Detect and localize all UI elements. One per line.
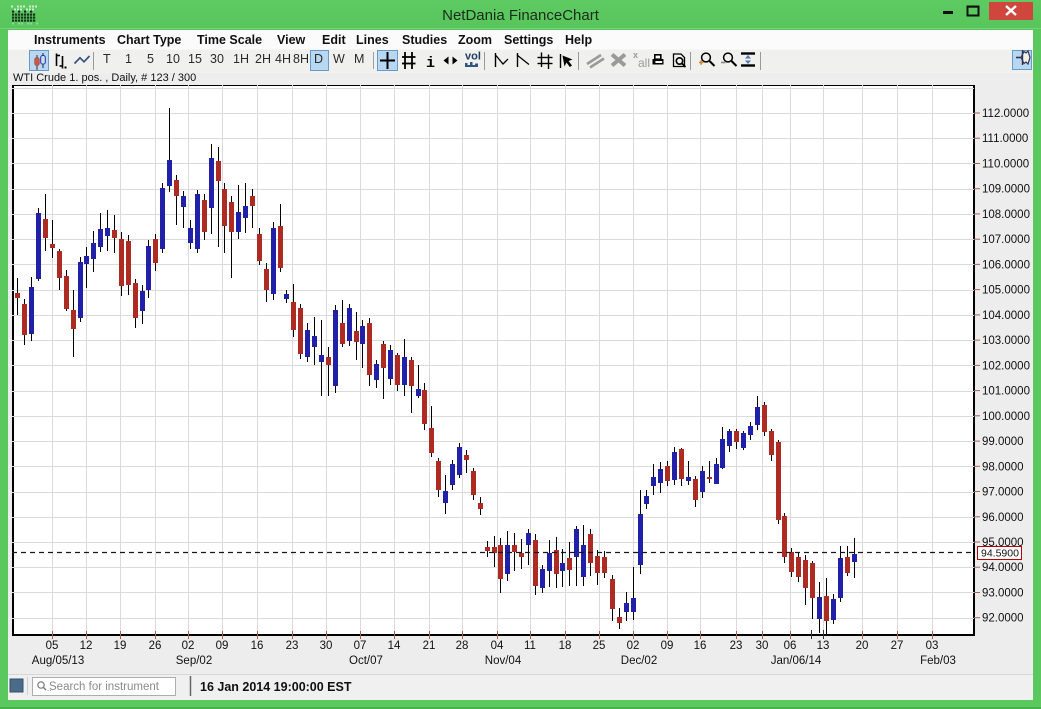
svg-text:96.0000: 96.0000: [982, 512, 1024, 524]
svg-text:100.0000: 100.0000: [982, 411, 1030, 423]
svg-text:110.0000: 110.0000: [982, 159, 1029, 171]
svg-text:104.0000: 104.0000: [982, 310, 1030, 322]
svg-text:Search for instrument: Search for instrument: [49, 681, 160, 693]
svg-text:105.0000: 105.0000: [982, 285, 1030, 297]
svg-text:103.0000: 103.0000: [982, 335, 1030, 347]
svg-text:98.0000: 98.0000: [982, 461, 1024, 473]
svg-text:14: 14: [388, 640, 401, 652]
svg-text:16: 16: [694, 640, 707, 652]
svg-text:Dec/02: Dec/02: [621, 655, 657, 667]
svg-text:21: 21: [423, 640, 436, 652]
svg-text:111.0000: 111.0000: [982, 133, 1028, 145]
svg-text:112.0000: 112.0000: [982, 108, 1029, 120]
svg-text:16 Jan 2014 19:00:00 EST: 16 Jan 2014 19:00:00 EST: [200, 680, 352, 694]
svg-text:94.5900: 94.5900: [981, 548, 1019, 560]
svg-text:92.0000: 92.0000: [982, 613, 1024, 625]
svg-text:23: 23: [730, 640, 743, 652]
svg-text:12: 12: [80, 640, 93, 652]
svg-text:06: 06: [784, 640, 797, 652]
svg-text:02: 02: [182, 640, 195, 652]
svg-text:107.0000: 107.0000: [982, 234, 1030, 246]
svg-text:Oct/07: Oct/07: [349, 655, 383, 667]
svg-text:09: 09: [661, 640, 674, 652]
svg-text:16: 16: [251, 640, 264, 652]
svg-text:05: 05: [46, 640, 59, 652]
svg-text:28: 28: [456, 640, 469, 652]
svg-text:30: 30: [756, 640, 769, 652]
svg-text:109.0000: 109.0000: [982, 184, 1030, 196]
svg-text:Jan/06/14: Jan/06/14: [771, 655, 822, 667]
svg-text:07: 07: [354, 640, 367, 652]
svg-text:Sep/02: Sep/02: [176, 655, 212, 667]
svg-text:97.0000: 97.0000: [982, 487, 1024, 499]
svg-text:04: 04: [491, 640, 504, 652]
svg-text:Nov/04: Nov/04: [485, 655, 522, 667]
svg-text:93.0000: 93.0000: [982, 588, 1024, 600]
svg-text:Aug/05/13: Aug/05/13: [32, 655, 84, 667]
svg-text:Feb/03: Feb/03: [920, 655, 956, 667]
svg-text:23: 23: [286, 640, 299, 652]
svg-text:102.0000: 102.0000: [982, 360, 1030, 372]
svg-text:99.0000: 99.0000: [982, 436, 1024, 448]
svg-text:09: 09: [216, 640, 229, 652]
svg-text:25: 25: [593, 640, 606, 652]
svg-text:20: 20: [856, 640, 869, 652]
svg-text:108.0000: 108.0000: [982, 209, 1030, 221]
svg-text:26: 26: [149, 640, 162, 652]
svg-text:101.0000: 101.0000: [982, 386, 1030, 398]
svg-text:19: 19: [114, 640, 127, 652]
svg-text:02: 02: [627, 640, 640, 652]
svg-text:94.0000: 94.0000: [982, 562, 1024, 574]
svg-text:03: 03: [926, 640, 939, 652]
svg-text:18: 18: [559, 640, 572, 652]
svg-text:106.0000: 106.0000: [982, 259, 1030, 271]
svg-text:27: 27: [891, 640, 904, 652]
svg-text:11: 11: [524, 640, 536, 652]
svg-text:95.0000: 95.0000: [982, 537, 1024, 549]
svg-text:13: 13: [817, 640, 830, 652]
svg-text:30: 30: [320, 640, 333, 652]
